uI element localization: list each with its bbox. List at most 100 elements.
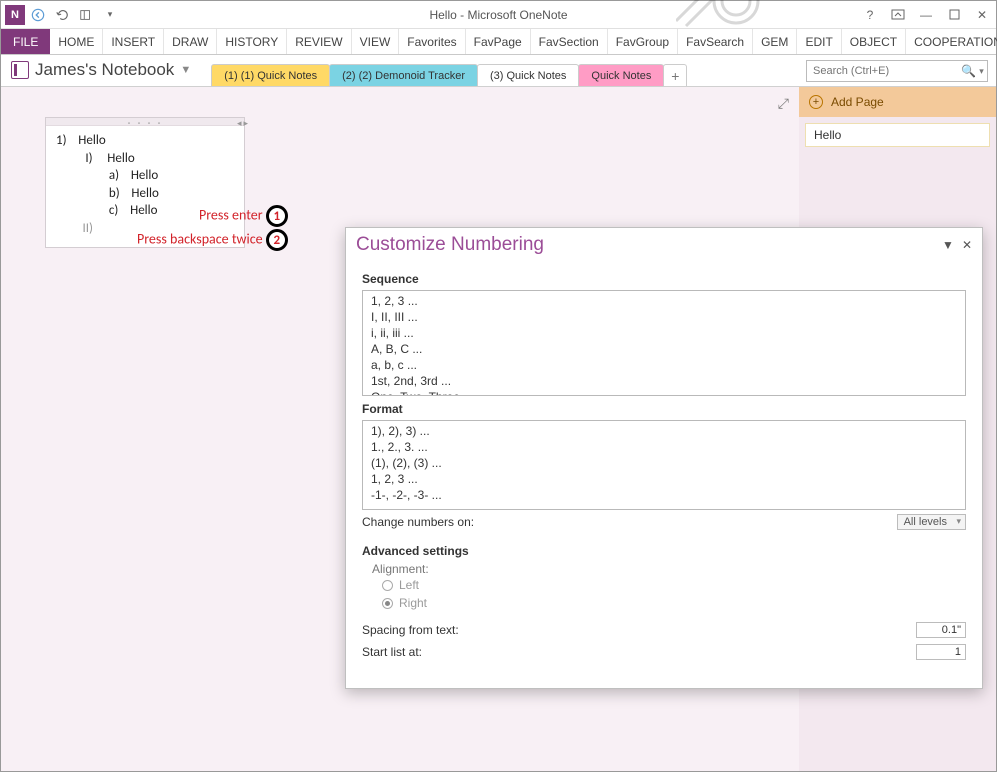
spacing-label: Spacing from text: [362,623,916,637]
section-tab[interactable]: (1) (1) Quick Notes [211,64,330,86]
annotation-text: Press enter [199,207,263,224]
format-option[interactable]: (1), (2), (3) ... [363,455,965,471]
format-option[interactable]: 1., 2., 3. ... [363,439,965,455]
alignment-right-radio[interactable]: Right [362,594,966,612]
tab-edit[interactable]: EDIT [797,29,841,54]
list-line[interactable]: a) Hello [56,167,234,185]
format-label: Format [362,402,966,416]
help-button[interactable]: ? [856,4,884,26]
list-line[interactable]: 1) Hello [56,132,234,150]
section-tab[interactable]: Quick Notes [578,64,664,86]
panel-close-icon[interactable]: ✕ [962,238,972,252]
tab-insert[interactable]: INSERT [103,29,164,54]
annotation-number: 1 [266,205,288,227]
tab-object[interactable]: OBJECT [842,29,906,54]
page-item[interactable]: Hello [805,123,990,147]
radio-label: Right [399,596,427,610]
notebook-selector[interactable]: James's Notebook ▼ [11,60,191,86]
search-input[interactable] [807,65,961,77]
tab-favsearch[interactable]: FavSearch [678,29,753,54]
tab-favgroup[interactable]: FavGroup [608,29,678,54]
tab-view[interactable]: VIEW [352,29,400,54]
tab-history[interactable]: HISTORY [217,29,287,54]
search-icon[interactable]: 🔍 [961,64,976,78]
format-option[interactable]: 1, 2, 3 ... [363,471,965,487]
annotation-1: Press enter 1 [199,205,288,227]
quick-access-toolbar: N ▾ [1,4,125,26]
note-drag-handle[interactable]: ・・・・◂▸ [46,118,244,126]
panel-title: Customize Numbering [356,234,544,256]
radio-label: Left [399,578,419,592]
file-tab[interactable]: FILE [1,29,50,54]
sequence-option[interactable]: a, b, c ... [363,357,965,373]
spacing-field[interactable]: 0.1" [916,622,966,638]
annotation-number: 2 [266,229,288,251]
window-title: Hello - Microsoft OneNote [1,8,996,22]
fullscreen-toggle[interactable]: ⤢ [778,95,789,112]
panel-body: Sequence 1, 2, 3 ... I, II, III ... i, i… [346,262,982,670]
tab-home[interactable]: HOME [50,29,103,54]
tab-favsection[interactable]: FavSection [531,29,608,54]
tab-favpage[interactable]: FavPage [466,29,531,54]
radio-icon [382,598,393,609]
sequence-label: Sequence [362,272,966,286]
panel-header: Customize Numbering ▼ ✕ [346,228,982,262]
section-tab[interactable]: (2) (2) Demonoid Tracker [329,64,478,86]
notebook-header: James's Notebook ▼ (1) (1) Quick Notes (… [1,55,996,87]
start-list-label: Start list at: [362,645,916,659]
window-controls: ? — ✕ [856,4,996,26]
minimize-button[interactable]: — [912,4,940,26]
sequence-listbox[interactable]: 1, 2, 3 ... I, II, III ... i, ii, iii ..… [362,290,966,396]
tab-draw[interactable]: DRAW [164,29,217,54]
sequence-option[interactable]: I, II, III ... [363,309,965,325]
close-button[interactable]: ✕ [968,4,996,26]
sequence-option[interactable]: 1, 2, 3 ... [363,293,965,309]
panel-menu-icon[interactable]: ▼ [942,238,954,252]
change-numbers-dropdown[interactable]: All levels [897,514,966,530]
section-tab[interactable]: (3) Quick Notes [477,64,579,86]
maximize-button[interactable] [940,4,968,26]
plus-icon: + [809,95,823,109]
undo-button[interactable] [51,4,73,26]
sequence-option[interactable]: A, B, C ... [363,341,965,357]
add-page-button[interactable]: + Add Page [799,87,996,117]
app-icon: N [5,5,25,25]
add-section-button[interactable]: + [663,64,687,86]
back-button[interactable] [27,4,49,26]
list-line[interactable]: b) Hello [56,185,234,203]
titlebar: N ▾ Hello - Microsoft OneNote ? — ✕ [1,1,996,29]
tab-cooperation[interactable]: COOPERATION [906,29,997,54]
format-option[interactable]: 1), 2), 3) ... [363,423,965,439]
annotation-text: Press backspace twice [137,231,263,248]
sequence-option[interactable]: One, Two, Three ... [363,389,965,396]
search-box[interactable]: 🔍 ▾ [806,60,988,82]
change-numbers-label: Change numbers on: [362,515,897,529]
alignment-label: Alignment: [362,562,966,576]
sequence-option[interactable]: 1st, 2nd, 3rd ... [363,373,965,389]
sequence-option[interactable]: i, ii, iii ... [363,325,965,341]
tab-favorites[interactable]: Favorites [399,29,465,54]
customize-numbering-panel: Customize Numbering ▼ ✕ Sequence 1, 2, 3… [345,227,983,689]
notebook-icon [11,61,29,79]
start-list-field[interactable]: 1 [916,644,966,660]
ribbon-display-button[interactable] [884,4,912,26]
add-page-label: Add Page [831,95,884,109]
ribbon: FILE HOME INSERT DRAW HISTORY REVIEW VIE… [1,29,996,55]
advanced-settings-label: Advanced settings [362,544,966,558]
search-dropdown-icon[interactable]: ▾ [976,66,987,77]
annotation-2: Press backspace twice 2 [137,229,288,251]
chevron-down-icon: ▼ [180,64,191,76]
section-tabs: (1) (1) Quick Notes (2) (2) Demonoid Tra… [211,64,686,86]
resize-handle[interactable]: ◂▸ [237,118,250,129]
alignment-left-radio[interactable]: Left [362,576,966,594]
tab-review[interactable]: REVIEW [287,29,351,54]
qat-dropdown[interactable]: ▾ [99,4,121,26]
layout-button[interactable] [75,4,97,26]
format-listbox[interactable]: 1), 2), 3) ... 1., 2., 3. ... (1), (2), … [362,420,966,510]
decorative-pattern [676,0,876,31]
notebook-name: James's Notebook [35,60,174,80]
list-line[interactable]: I) Hello [56,150,234,168]
tab-gem[interactable]: GEM [753,29,797,54]
radio-icon [382,580,393,591]
format-option[interactable]: -1-, -2-, -3- ... [363,487,965,503]
